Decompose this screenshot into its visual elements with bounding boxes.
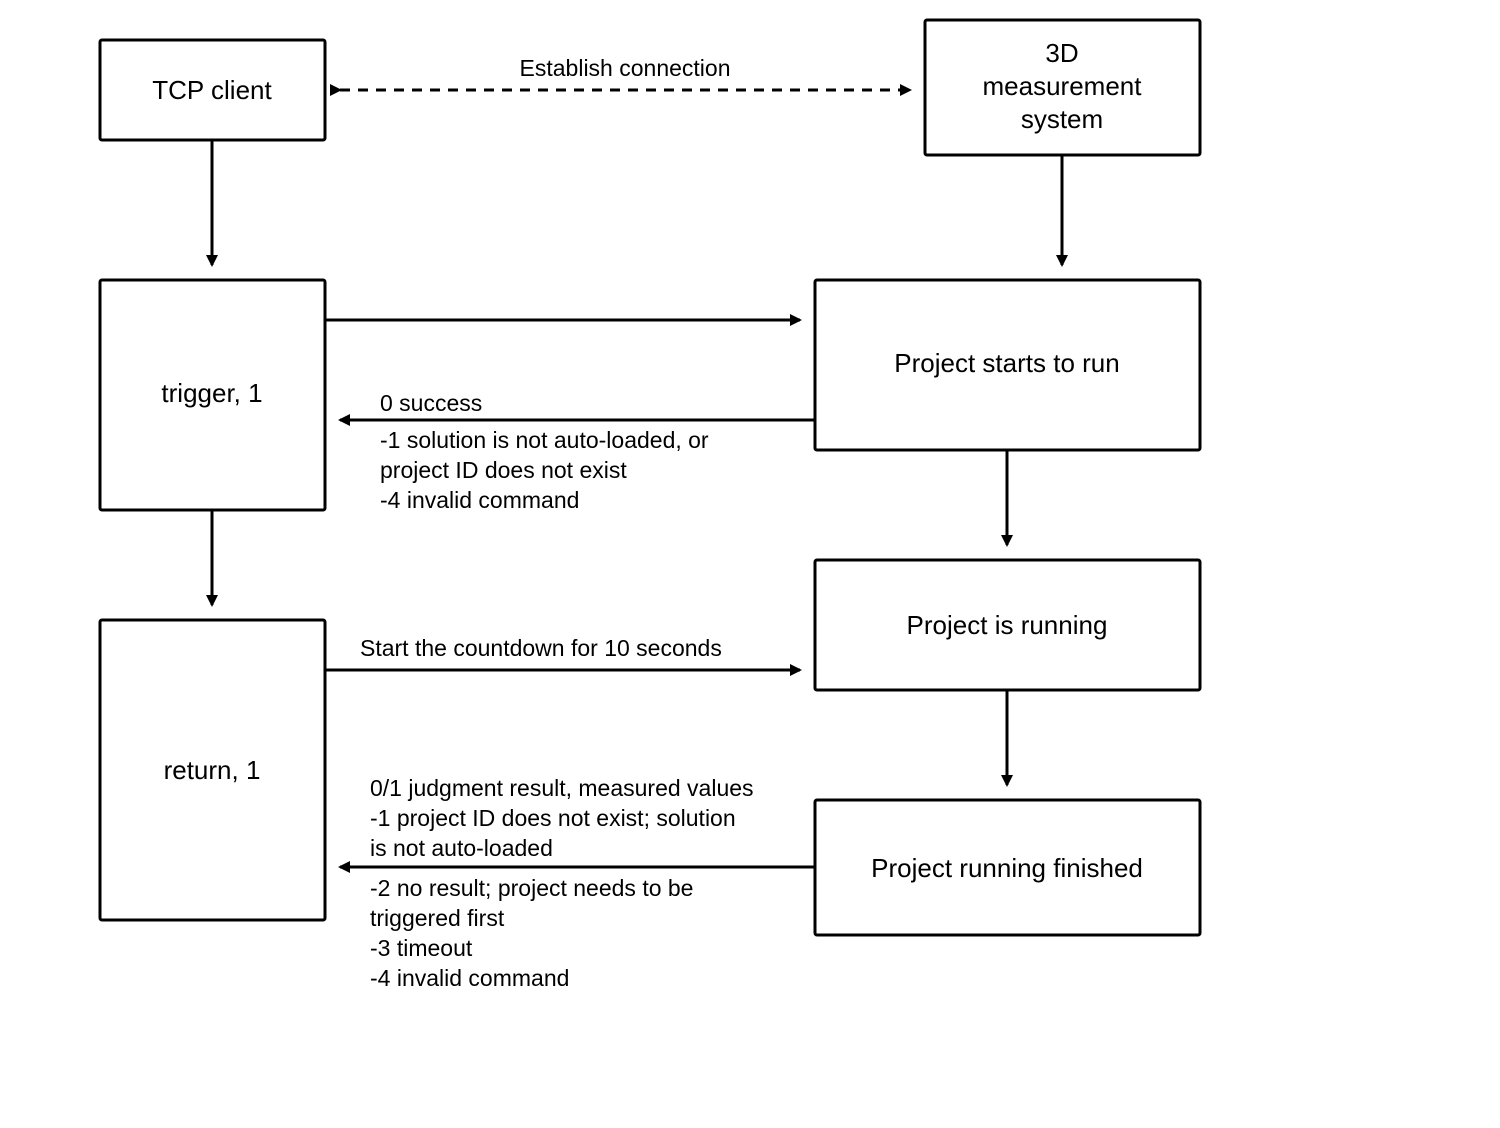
edge-finished-response-label-l6: -3 timeout	[370, 935, 473, 961]
edge-finished-response-label-l2: -1 project ID does not exist; solution	[370, 805, 736, 831]
edge-countdown-label: Start the countdown for 10 seconds	[360, 635, 722, 661]
node-project-running-label: Project is running	[907, 610, 1108, 640]
node-measurement-system: 3D measurement system	[925, 20, 1200, 155]
node-project-starts-label: Project starts to run	[894, 348, 1119, 378]
node-measurement-system-label-l3: system	[1021, 104, 1103, 134]
edge-finished-response-label-l5: triggered first	[370, 905, 505, 931]
edge-project-starts-response-label-l1: 0 success	[380, 390, 482, 416]
edge-project-starts-response-label-l3: project ID does not exist	[380, 457, 627, 483]
edge-finished-response-label-l1: 0/1 judgment result, measured values	[370, 775, 754, 801]
edge-project-starts-response-label-l4: -4 invalid command	[380, 487, 579, 513]
edge-project-starts-response-label-l2: -1 solution is not auto-loaded, or	[380, 427, 709, 453]
node-trigger-label: trigger, 1	[161, 378, 262, 408]
node-project-running: Project is running	[815, 560, 1200, 690]
edge-finished-response-label-l3: is not auto-loaded	[370, 835, 553, 861]
node-tcp-client-label: TCP client	[152, 75, 272, 105]
node-project-finished: Project running finished	[815, 800, 1200, 935]
node-return-label: return, 1	[164, 755, 261, 785]
node-measurement-system-label-l1: 3D	[1045, 38, 1078, 68]
node-trigger: trigger, 1	[100, 280, 325, 510]
node-project-starts: Project starts to run	[815, 280, 1200, 450]
node-project-finished-label: Project running finished	[871, 853, 1143, 883]
edge-finished-response-label-l4: -2 no result; project needs to be	[370, 875, 693, 901]
node-return: return, 1	[100, 620, 325, 920]
edge-establish-connection-label: Establish connection	[520, 55, 731, 81]
node-tcp-client: TCP client	[100, 40, 325, 140]
edge-finished-response-label-l7: -4 invalid command	[370, 965, 569, 991]
node-measurement-system-label-l2: measurement	[983, 71, 1143, 101]
